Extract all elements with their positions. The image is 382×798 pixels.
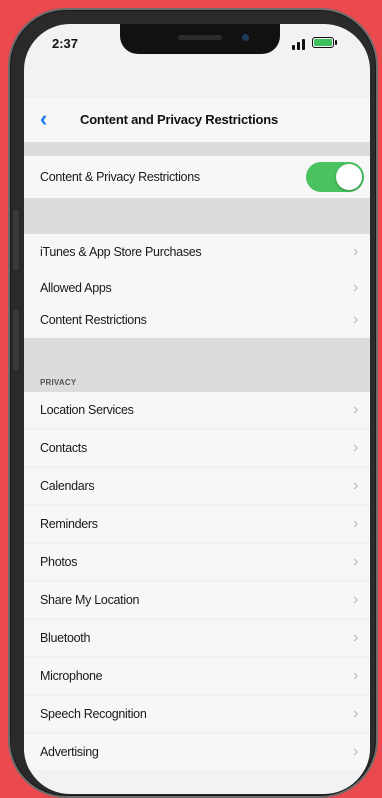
front-camera (242, 34, 249, 41)
chevron-right-icon: › (352, 667, 358, 684)
row-contacts[interactable]: Contacts › (24, 430, 370, 466)
row-photos[interactable]: Photos › (24, 544, 370, 580)
row-label: Contacts (40, 441, 87, 455)
row-label: Microphone (40, 669, 103, 683)
row-itunes-purchases[interactable]: iTunes & App Store Purchases › (24, 234, 370, 270)
row-reminders[interactable]: Reminders › (24, 506, 370, 542)
signal-icon (292, 38, 305, 50)
row-bluetooth[interactable]: Bluetooth › (24, 620, 370, 656)
volume-down-button (13, 310, 19, 370)
chevron-right-icon: › (352, 401, 358, 418)
row-label: Share My Location (40, 593, 140, 607)
row-allowed-apps[interactable]: Allowed Apps › (24, 270, 370, 306)
screen: 2:37 ‹ Content and Privacy Restrictions … (24, 24, 370, 794)
chevron-right-icon: › (352, 629, 358, 646)
row-label: Advertising (40, 745, 99, 759)
speaker-grille (178, 35, 222, 40)
row-label: Location Services (40, 403, 134, 417)
section-gap (24, 142, 370, 156)
row-label: Speech Recognition (40, 707, 147, 721)
row-share-my-location[interactable]: Share My Location › (24, 582, 370, 618)
chevron-right-icon: › (352, 243, 358, 260)
privacy-section-header: PRIVACY (40, 378, 77, 387)
toggle-row-label: Content & Privacy Restrictions (40, 170, 200, 184)
row-advertising[interactable]: Advertising › (24, 734, 370, 770)
chevron-right-icon: › (352, 279, 358, 296)
row-label: Bluetooth (40, 631, 91, 645)
notch (120, 24, 280, 54)
chevron-right-icon: › (352, 515, 358, 532)
row-speech-recognition[interactable]: Speech Recognition › (24, 696, 370, 732)
chevron-right-icon: › (352, 553, 358, 570)
chevron-right-icon: › (352, 705, 358, 722)
section-gap (24, 198, 370, 234)
battery-icon (312, 37, 337, 48)
row-microphone[interactable]: Microphone › (24, 658, 370, 694)
phone-frame: 2:37 ‹ Content and Privacy Restrictions … (8, 8, 378, 798)
navigation-bar: ‹ Content and Privacy Restrictions (24, 98, 370, 142)
toggle-knob (336, 164, 362, 190)
back-chevron-icon[interactable]: ‹ (40, 106, 47, 132)
volume-up-button (13, 210, 19, 270)
chevron-right-icon: › (352, 439, 358, 456)
row-label: iTunes & App Store Purchases (40, 245, 202, 259)
chevron-right-icon: › (352, 591, 358, 608)
row-label: Allowed Apps (40, 281, 112, 295)
row-content-restrictions[interactable]: Content Restrictions › (24, 302, 370, 338)
row-label: Photos (40, 555, 78, 569)
chevron-right-icon: › (352, 743, 358, 760)
chevron-right-icon: › (352, 477, 358, 494)
content-privacy-toggle[interactable] (306, 162, 364, 192)
row-label: Calendars (40, 479, 95, 493)
row-label: Content Restrictions (40, 313, 147, 327)
row-location-services[interactable]: Location Services › (24, 392, 370, 428)
status-time: 2:37 (52, 36, 79, 51)
page-title: Content and Privacy Restrictions (80, 112, 279, 127)
row-label: Reminders (40, 517, 98, 531)
chevron-right-icon: › (352, 311, 358, 328)
row-calendars[interactable]: Calendars › (24, 468, 370, 504)
